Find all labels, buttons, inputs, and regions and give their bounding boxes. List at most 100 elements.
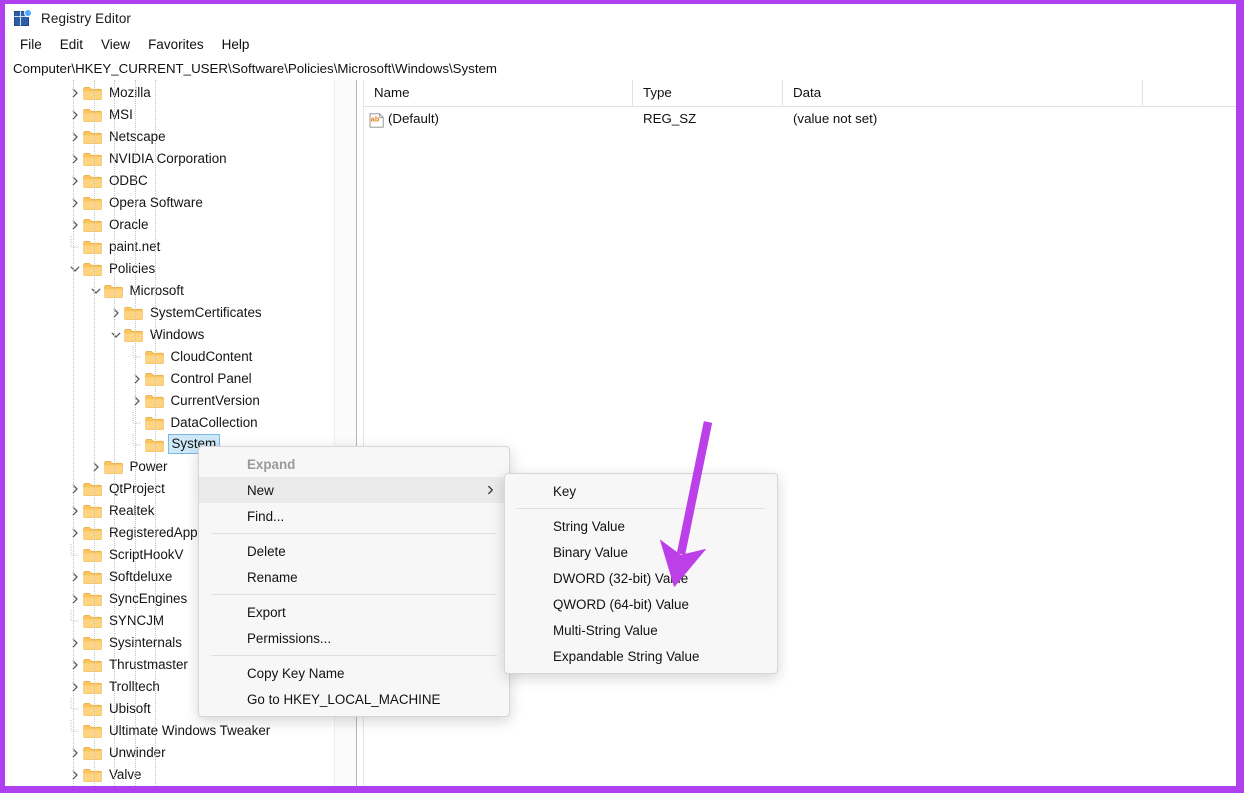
tree-item[interactable]: Netscape [5,126,334,148]
value-list-body: ab (Default) REG_SZ (value not set) [364,107,1236,131]
folder-icon [83,702,102,717]
tree-item-label: CurrentVersion [170,392,260,408]
folder-icon [83,108,102,123]
tree-item[interactable]: MSI [5,104,334,126]
menu-item-copy-key-name[interactable]: Copy Key Name [199,660,509,686]
chevron-right-icon[interactable] [129,390,145,412]
tree-guide-line [114,80,116,786]
column-header-data[interactable]: Data [783,80,1143,106]
column-header-name[interactable]: Name [364,80,633,106]
menu-item-expandable-string-value[interactable]: Expandable String Value [505,643,777,669]
tree-item[interactable]: Unwinder [5,742,334,764]
folder-icon [83,548,102,563]
menu-item-label: Expandable String Value [553,648,700,664]
tree-item[interactable]: Microsoft [5,280,334,302]
menu-edit[interactable]: Edit [51,35,92,54]
chevron-right-icon[interactable] [67,148,83,170]
tree-item[interactable]: DataCollection [5,412,334,434]
column-header-type[interactable]: Type [633,80,783,106]
tree-item[interactable]: CloudContent [5,346,334,368]
chevron-right-icon[interactable] [88,456,104,478]
menu-item-find[interactable]: Find... [199,503,509,529]
tree-item[interactable]: Oracle [5,214,334,236]
menu-item-rename[interactable]: Rename [199,564,509,590]
tree-item[interactable]: NVIDIA Corporation [5,148,334,170]
chevron-down-icon[interactable] [88,280,104,302]
tree-item-label: DataCollection [170,414,258,430]
chevron-right-icon[interactable] [67,104,83,126]
chevron-right-icon[interactable] [67,82,83,104]
tree-leaf-connector-icon [129,412,145,434]
chevron-down-icon[interactable] [108,324,124,346]
key-context-menu: Expand New Find... Delete Rename Export Permis… [198,446,510,717]
registry-path: Computer\HKEY_CURRENT_USER\Software\Poli… [13,61,497,76]
menu-favorites[interactable]: Favorites [139,35,213,54]
folder-icon [83,570,102,585]
folder-icon [144,438,164,453]
chevron-right-icon[interactable] [67,170,83,192]
tree-item-label: ScriptHookV [109,546,184,562]
tree-item[interactable]: Control Panel [5,368,334,390]
value-name: (Default) [388,111,439,126]
chevron-right-icon[interactable] [67,742,83,764]
chevron-right-icon[interactable] [67,676,83,698]
chevron-right-icon[interactable] [129,368,145,390]
tree-leaf-connector-icon [67,544,83,566]
menu-item-key[interactable]: Key [505,478,777,504]
tree-item[interactable]: Windows [5,324,334,346]
tree-item[interactable]: Mozilla [5,82,334,104]
menu-item-multi-string-value[interactable]: Multi-String Value [505,617,777,643]
tree-item[interactable]: paint.net [5,236,334,258]
folder-icon [103,460,123,475]
menu-item-binary-value[interactable]: Binary Value [505,539,777,565]
tree-item-label: Ultimate Windows Tweaker [109,722,271,738]
chevron-right-icon[interactable] [108,302,124,324]
tree-item[interactable]: Policies [5,258,334,280]
registry-editor-window: Registry Editor File Edit View Favorites Hel… [0,0,1244,793]
folder-icon [83,196,102,211]
menu-item-label: Copy Key Name [247,665,345,681]
chevron-right-icon[interactable] [67,500,83,522]
tree-item[interactable]: CurrentVersion [5,390,334,412]
menu-item-label: QWORD (64-bit) Value [553,596,689,612]
menu-item-label: Multi-String Value [553,622,658,638]
tree-item-label: Windows [150,326,205,342]
tree-item[interactable]: Ultimate Windows Tweaker [5,720,334,742]
tree-leaf-connector-icon [129,346,145,368]
value-row[interactable]: ab (Default) REG_SZ (value not set) [364,107,1236,131]
menu-item-label: String Value [553,518,625,534]
chevron-right-icon[interactable] [67,566,83,588]
menu-item-export[interactable]: Export [199,599,509,625]
tree-item[interactable]: SystemCertificates [5,302,334,324]
menu-file[interactable]: File [11,35,51,54]
tree-item[interactable]: ODBC [5,170,334,192]
chevron-right-icon[interactable] [67,126,83,148]
menu-item-qword-64-bit-value[interactable]: QWORD (64-bit) Value [505,591,777,617]
menu-item-label: Go to HKEY_LOCAL_MACHINE [247,691,441,707]
menu-item-new[interactable]: New [199,477,509,503]
tree-guide-line [93,80,96,786]
chevron-right-icon[interactable] [67,764,83,786]
menu-item-go-to-hkey-local-machine[interactable]: Go to HKEY_LOCAL_MACHINE [199,686,509,712]
tree-item[interactable]: Valve [5,764,334,786]
chevron-right-icon[interactable] [67,632,83,654]
menu-item-string-value[interactable]: String Value [505,513,777,539]
address-bar[interactable]: Computer\HKEY_CURRENT_USER\Software\Poli… [5,57,1236,81]
menu-item-dword-32-bit-value[interactable]: DWORD (32-bit) Value [505,565,777,591]
menu-help[interactable]: Help [213,35,259,54]
tree-item-label: Control Panel [170,370,252,386]
menu-item-delete[interactable]: Delete [199,538,509,564]
tree-item-label: Thrustmaster [109,656,188,672]
chevron-right-icon[interactable] [67,588,83,610]
chevron-right-icon[interactable] [67,478,83,500]
chevron-down-icon[interactable] [67,258,83,280]
chevron-right-icon[interactable] [67,522,83,544]
chevron-right-icon[interactable] [67,214,83,236]
chevron-right-icon[interactable] [67,654,83,676]
menu-item-permissions[interactable]: Permissions... [199,625,509,651]
folder-icon [83,768,102,783]
folder-icon [83,636,102,651]
menu-view[interactable]: View [92,35,139,54]
tree-item[interactable]: Opera Software [5,192,334,214]
chevron-right-icon[interactable] [67,192,83,214]
